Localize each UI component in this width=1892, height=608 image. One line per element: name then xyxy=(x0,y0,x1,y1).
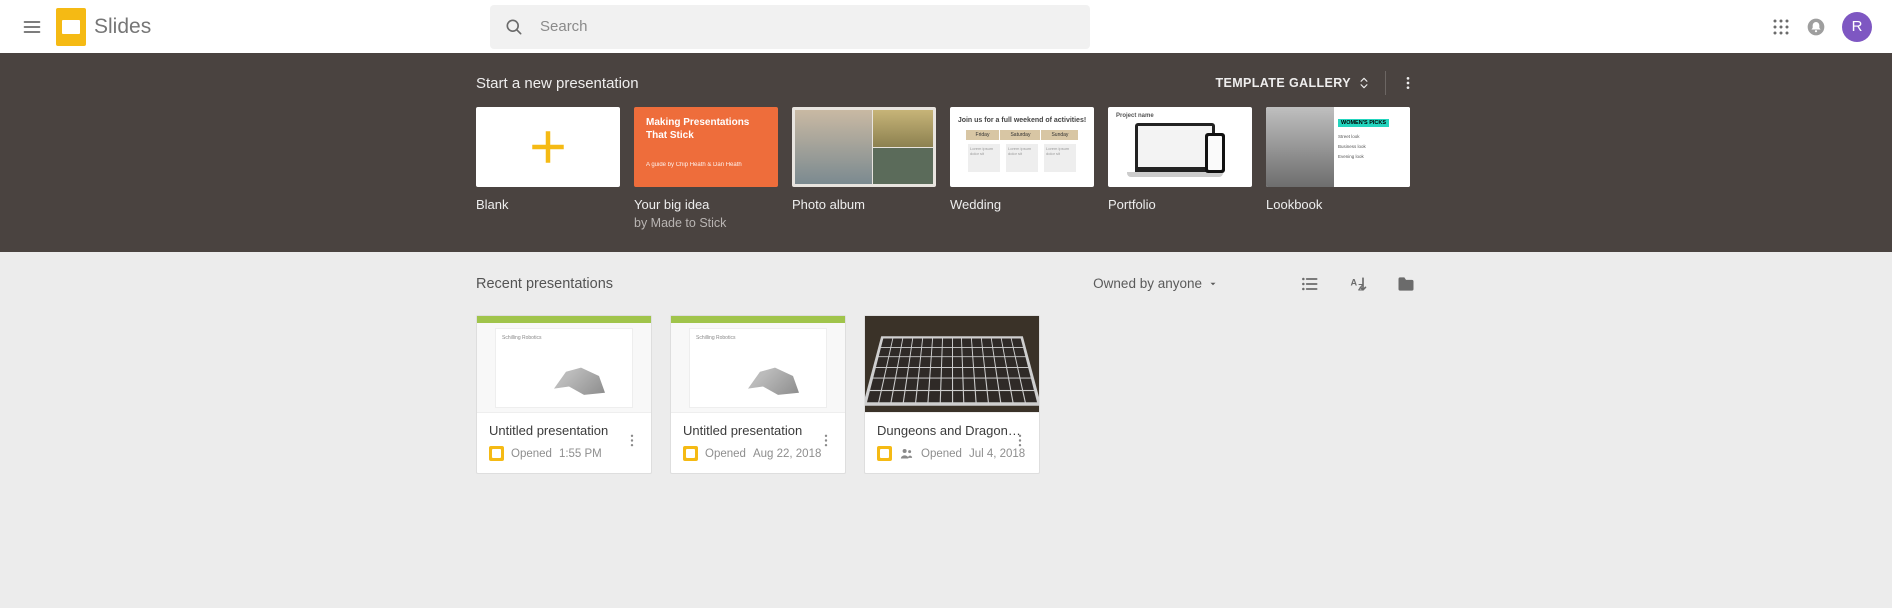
divider xyxy=(1385,71,1386,95)
hamburger-icon xyxy=(22,17,42,37)
card-opened-value: Aug 22, 2018 xyxy=(753,448,821,460)
card-opened-label: Opened xyxy=(705,448,746,460)
list-icon xyxy=(1300,274,1320,294)
sort-az-button[interactable]: AZ xyxy=(1348,274,1368,294)
app-header: Slides R xyxy=(0,0,1892,53)
template-row: Blank Making Presentations That Stick A … xyxy=(476,107,1416,230)
recent-view-actions: AZ xyxy=(1300,274,1416,294)
card-more-button[interactable] xyxy=(813,428,839,459)
header-actions: R xyxy=(1772,12,1880,42)
lookbook-badge: WOMEN'S PICKS xyxy=(1338,119,1389,127)
apps-grid-icon xyxy=(1772,18,1790,36)
template-gallery-button[interactable]: TEMPLATE GALLERY xyxy=(1215,74,1371,92)
template-name: Photo album xyxy=(792,197,936,212)
card-opened-label: Opened xyxy=(921,448,962,460)
template-photo-album[interactable]: Photo album xyxy=(792,107,936,230)
more-vert-icon xyxy=(818,433,834,449)
slides-file-icon xyxy=(877,446,892,461)
bigidea-sub: A guide by Chip Heath & Dan Heath xyxy=(646,162,766,168)
search-container xyxy=(490,5,1090,49)
recent-grid: Schilling Robotics Untitled presentation… xyxy=(476,315,1416,474)
card-thumbnail: Schilling Robotics xyxy=(671,316,845,413)
template-gallery-label: TEMPLATE GALLERY xyxy=(1215,76,1351,90)
template-name: Blank xyxy=(476,197,620,212)
template-blank[interactable]: Blank xyxy=(476,107,620,230)
template-sub: by Made to Stick xyxy=(634,216,778,230)
template-wedding[interactable]: Join us for a full weekend of activities… xyxy=(950,107,1094,230)
apps-launcher-button[interactable] xyxy=(1772,18,1790,36)
notifications-button[interactable] xyxy=(1806,17,1826,37)
more-vert-icon xyxy=(1400,75,1416,91)
card-opened-label: Opened xyxy=(511,448,552,460)
template-your-big-idea[interactable]: Making Presentations That Stick A guide … xyxy=(634,107,778,230)
owner-filter-dropdown[interactable]: Owned by anyone xyxy=(1083,270,1228,297)
wedding-heading: Join us for a full weekend of activities… xyxy=(956,117,1088,124)
account-avatar[interactable]: R xyxy=(1842,12,1872,42)
unfold-icon xyxy=(1357,74,1371,92)
card-more-button[interactable] xyxy=(619,428,645,459)
template-name: Your big idea xyxy=(634,197,778,212)
shared-icon xyxy=(899,446,914,461)
folder-icon xyxy=(1396,274,1416,294)
search-icon xyxy=(504,17,524,37)
template-portfolio[interactable]: Project name Portfolio xyxy=(1108,107,1252,230)
search-input[interactable] xyxy=(540,18,1076,35)
plus-icon xyxy=(476,107,620,187)
app-name: Slides xyxy=(94,15,151,39)
template-name: Portfolio xyxy=(1108,197,1252,212)
template-section-title: Start a new presentation xyxy=(476,75,639,92)
presentation-card[interactable]: Schilling Robotics Untitled presentation… xyxy=(476,315,652,474)
template-lookbook[interactable]: WOMEN'S PICKS Street lookBusiness lookEv… xyxy=(1266,107,1410,230)
card-thumbnail xyxy=(865,316,1039,413)
card-title: Untitled presentation xyxy=(683,423,833,438)
card-opened-value: 1:55 PM xyxy=(559,448,602,460)
more-vert-icon xyxy=(1012,433,1028,449)
bigidea-title: Making Presentations That Stick xyxy=(646,117,766,142)
template-more-button[interactable] xyxy=(1400,75,1416,91)
open-picker-button[interactable] xyxy=(1396,274,1416,294)
app-logo[interactable]: Slides xyxy=(56,8,151,46)
bell-icon xyxy=(1806,17,1826,37)
slides-file-icon xyxy=(489,446,504,461)
recent-header: Recent presentations Owned by anyone AZ xyxy=(476,270,1416,297)
template-strip-header: Start a new presentation TEMPLATE GALLER… xyxy=(476,71,1416,95)
template-name: Lookbook xyxy=(1266,197,1410,212)
card-title: Untitled presentation xyxy=(489,423,639,438)
card-thumbnail: Schilling Robotics xyxy=(477,316,651,413)
template-gallery-strip: Start a new presentation TEMPLATE GALLER… xyxy=(0,53,1892,252)
recent-section-title: Recent presentations xyxy=(476,276,613,292)
presentation-card[interactable]: Dungeons and Dragons Miniatures Opened J… xyxy=(864,315,1040,474)
card-title: Dungeons and Dragons Miniatures xyxy=(877,423,1027,438)
presentation-card[interactable]: Schilling Robotics Untitled presentation… xyxy=(670,315,846,474)
recent-section: Recent presentations Owned by anyone AZ … xyxy=(476,270,1416,474)
caret-down-icon xyxy=(1208,279,1218,289)
avatar-initial: R xyxy=(1852,18,1863,35)
search-box[interactable] xyxy=(490,5,1090,49)
template-name: Wedding xyxy=(950,197,1094,212)
slides-file-icon xyxy=(683,446,698,461)
owner-filter-label: Owned by anyone xyxy=(1093,276,1202,291)
card-more-button[interactable] xyxy=(1007,428,1033,459)
svg-text:A: A xyxy=(1351,277,1358,287)
slides-logo-icon xyxy=(56,8,86,46)
portfolio-label: Project name xyxy=(1116,113,1244,119)
main-menu-button[interactable] xyxy=(12,7,52,47)
more-vert-icon xyxy=(624,433,640,449)
sort-az-icon: AZ xyxy=(1348,274,1368,294)
list-view-button[interactable] xyxy=(1300,274,1320,294)
